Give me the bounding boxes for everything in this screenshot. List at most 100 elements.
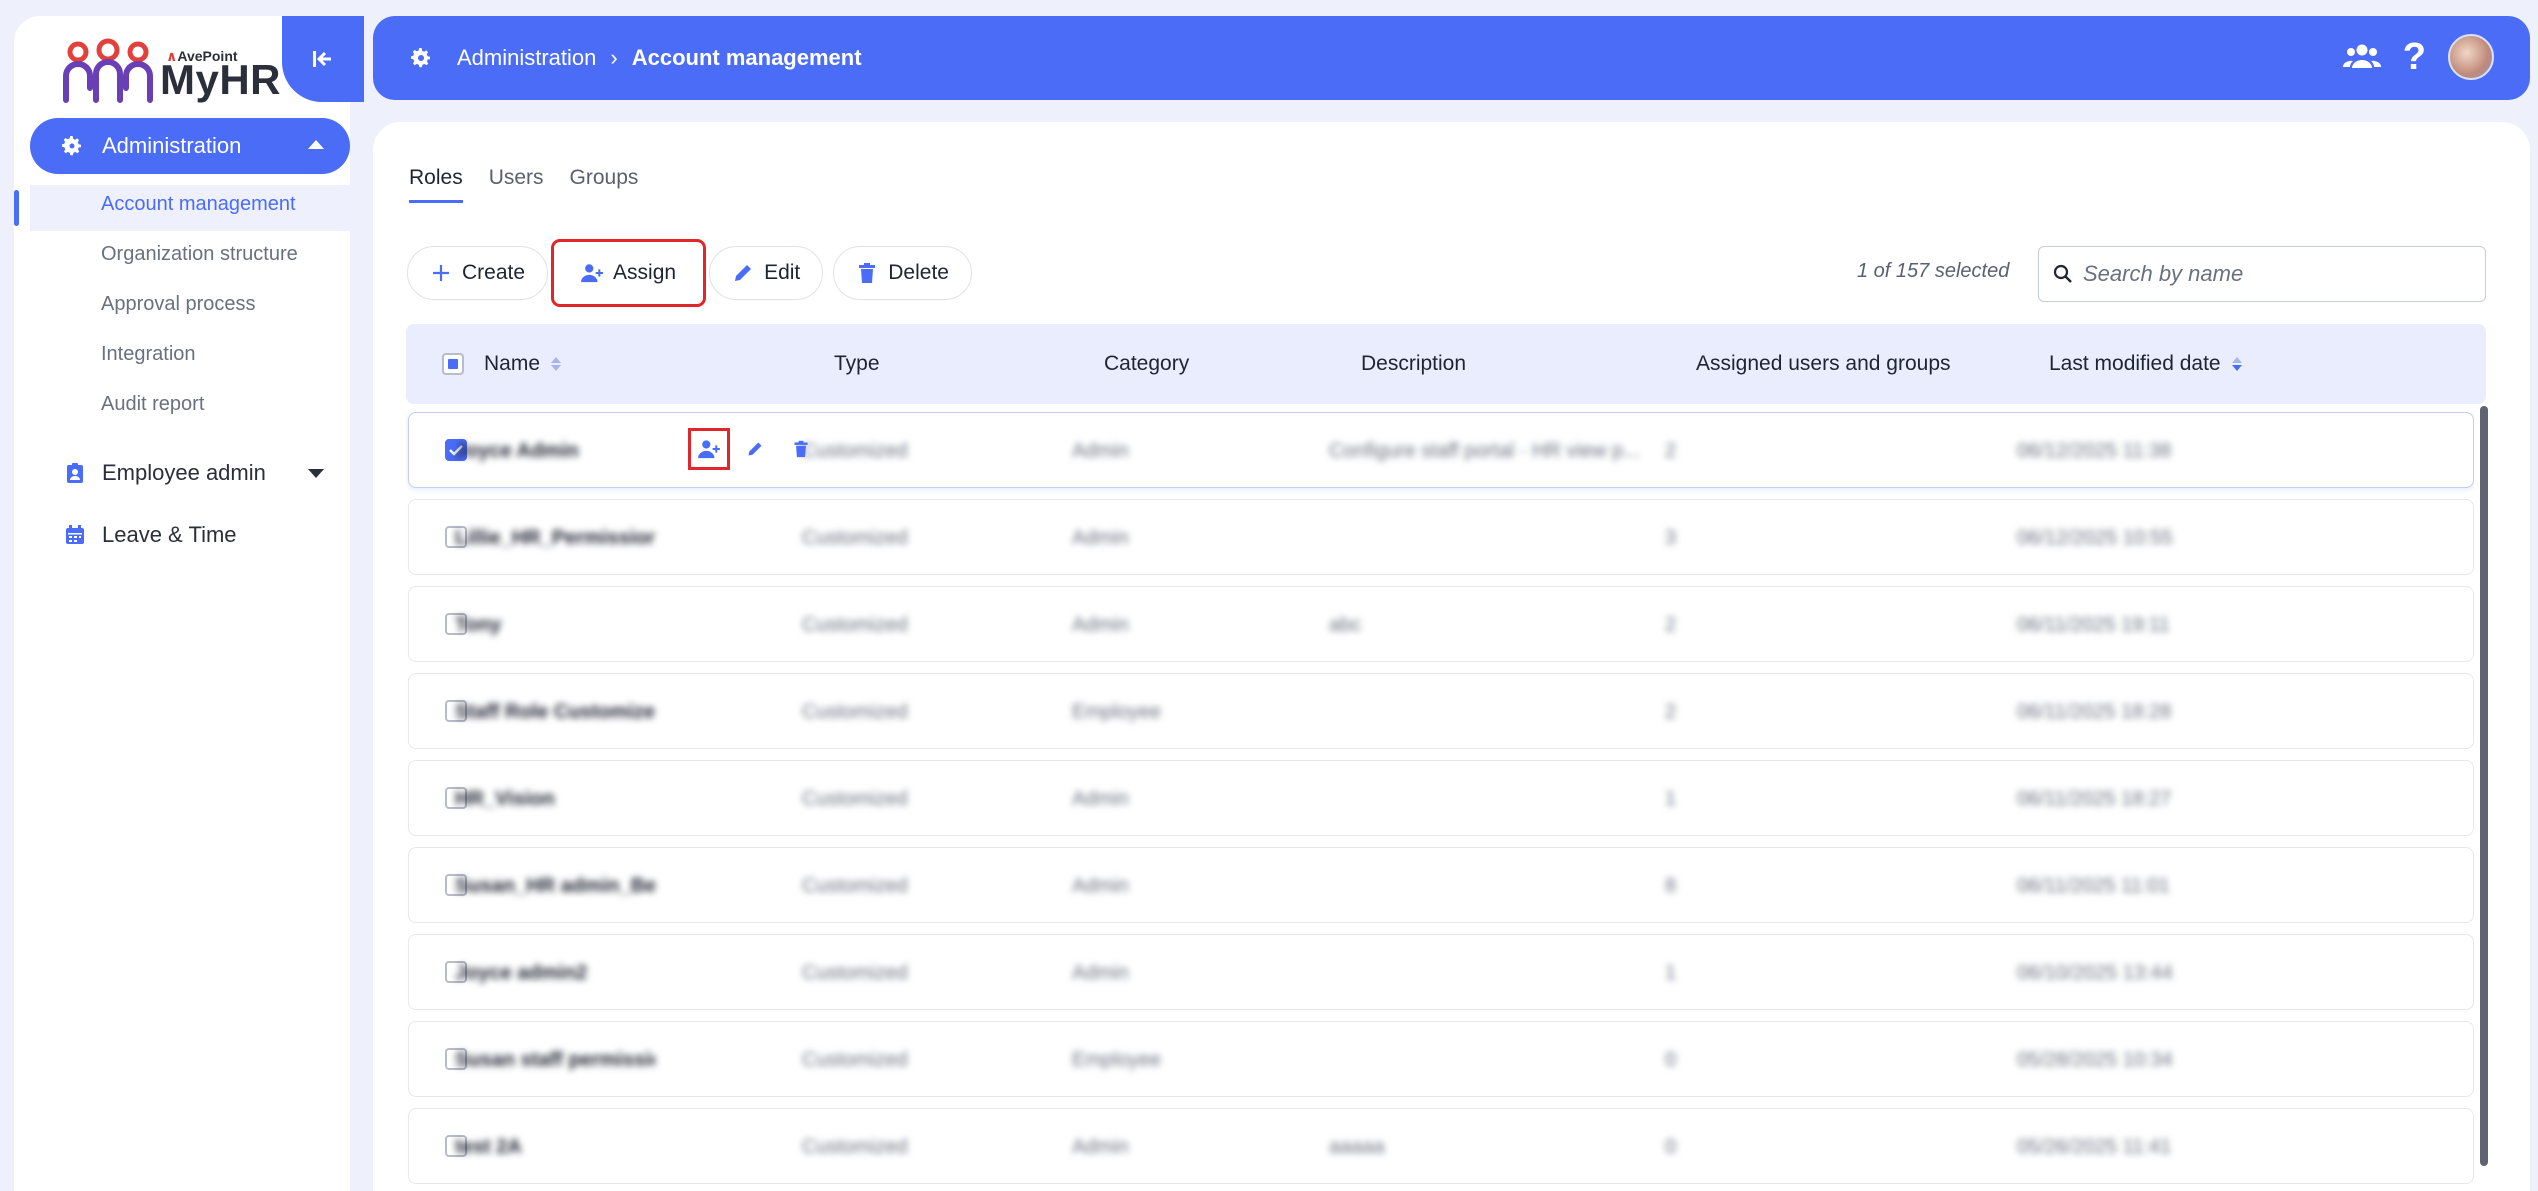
cell-type: Customized	[802, 874, 908, 897]
cell-assigned: 2	[1665, 439, 1677, 462]
calendar-icon	[66, 525, 84, 544]
cell-description: aaaaa	[1329, 1135, 1385, 1158]
row-delete-button[interactable]	[783, 431, 819, 467]
row-assign-button[interactable]	[688, 428, 730, 470]
cell-assigned: 3	[1665, 526, 1677, 549]
cell-type: Customized	[802, 961, 908, 984]
search-icon	[2053, 264, 2072, 283]
cell-name: HR_Vision	[455, 787, 555, 810]
table-row[interactable]: HR_Vision Customized Admin 1 06/11/2025 18:2…	[408, 760, 2474, 836]
pencil-icon	[735, 265, 752, 281]
active-indicator	[14, 190, 19, 226]
cell-name: Susan staff permission	[455, 1048, 655, 1071]
column-last-modified-label: Last modified date	[2049, 352, 2221, 375]
cell-name: Joyce Admin	[455, 439, 579, 462]
column-name-label: Name	[484, 352, 541, 375]
vertical-scrollbar[interactable]	[2480, 406, 2488, 1166]
myhr-logo[interactable]: ∧AvePoint MyHR	[62, 28, 292, 108]
sidebar: ∧AvePoint MyHR Administration Account ma…	[14, 16, 364, 1191]
table-row[interactable]: Susan_HR admin_Beijing Customized Admin 8 06…	[408, 847, 2474, 923]
toolbar: Create Assign Edit Delete	[407, 239, 972, 307]
gear-icon	[62, 136, 81, 156]
nav-employee-admin[interactable]: Employee admin	[30, 448, 350, 498]
table-row[interactable]: Tony Customized Admin abc 2 06/11/2025 19:11	[408, 586, 2474, 662]
selection-count: 1 of 157 selected	[1857, 260, 2010, 282]
table-row[interactable]: test 2A Customized Admin aaaaa 0 05/26/2025 1…	[408, 1108, 2474, 1184]
people-logo-icon	[63, 38, 153, 103]
search-box[interactable]	[2038, 246, 2486, 302]
nav-administration[interactable]: Administration	[30, 118, 350, 174]
avatar[interactable]	[2448, 34, 2494, 80]
sidebar-item-organization-structure[interactable]: Organization structure	[101, 243, 298, 266]
breadcrumb-administration[interactable]: Administration	[457, 45, 596, 71]
cell-category: Employee	[1072, 700, 1161, 723]
plus-icon	[433, 265, 449, 281]
cell-category: Admin	[1072, 613, 1129, 636]
cell-modified: 06/12/2025 10:55	[2017, 526, 2173, 549]
collapse-sidebar-button[interactable]	[282, 16, 364, 102]
trash-icon	[859, 263, 876, 283]
cell-assigned: 2	[1665, 700, 1677, 723]
create-button[interactable]: Create	[407, 246, 549, 300]
cell-modified: 05/28/2025 10:34	[2017, 1048, 2173, 1071]
cell-type: Customized	[802, 1048, 908, 1071]
cell-category: Admin	[1072, 874, 1129, 897]
assign-label: Assign	[613, 261, 677, 284]
cell-name: Joyce admin2	[455, 961, 588, 984]
table-row[interactable]: Joyce admin2 Customized Admin 1 06/10/2025 1…	[408, 934, 2474, 1010]
cell-name: Susan_HR admin_Beijing	[455, 874, 655, 897]
table-row[interactable]: Susan staff permission Customized Employee…	[408, 1021, 2474, 1097]
cell-name: Tony	[455, 613, 502, 636]
trash-icon	[794, 440, 808, 458]
chevron-up-icon	[308, 140, 324, 149]
column-assigned: Assigned users and groups	[1696, 352, 1951, 375]
nav-employee-admin-label: Employee admin	[102, 460, 266, 485]
edit-button[interactable]: Edit	[709, 246, 824, 300]
sidebar-item-account-management[interactable]: Account management	[101, 193, 296, 216]
sidebar-item-audit-report[interactable]: Audit report	[101, 393, 204, 416]
chevron-down-icon	[308, 469, 324, 478]
tab-users[interactable]: Users	[489, 166, 544, 203]
row-edit-button[interactable]	[737, 431, 773, 467]
tab-roles[interactable]: Roles	[409, 166, 463, 203]
collapse-left-icon	[313, 51, 331, 67]
tabs: Roles Users Groups	[409, 166, 638, 203]
table-row[interactable]: Joyce Admin Customized Admin Configure staf…	[408, 412, 2474, 488]
logo-name: MyHR	[160, 56, 282, 103]
table-row[interactable]: Staff Role Customized Customized Employee 2…	[408, 673, 2474, 749]
column-category: Category	[1104, 352, 1190, 375]
nav-leave-time[interactable]: Leave & Time	[30, 510, 350, 560]
cell-assigned: 0	[1665, 1048, 1677, 1071]
breadcrumb-current: Account management	[631, 45, 862, 70]
sidebar-item-integration[interactable]: Integration	[101, 343, 196, 366]
table-row[interactable]: Lillie_HR_Permission_VN Customized Admin 3 0…	[408, 499, 2474, 575]
cell-category: Admin	[1072, 526, 1129, 549]
cell-type: Customized	[802, 613, 908, 636]
help-icon[interactable]: ?	[2403, 36, 2426, 79]
cell-modified: 06/11/2025 18:28	[2017, 700, 2172, 723]
cell-modified: 06/11/2025 18:27	[2017, 787, 2172, 810]
column-type: Type	[834, 352, 880, 375]
cell-category: Admin	[1072, 439, 1129, 462]
cell-modified: 06/11/2025 19:11	[2017, 613, 2170, 636]
search-input[interactable]	[2083, 261, 2463, 287]
top-header: Administration › Account management ?	[373, 16, 2530, 100]
create-label: Create	[462, 261, 526, 284]
cell-assigned: 2	[1665, 613, 1677, 636]
users-group-icon[interactable]	[2342, 42, 2381, 72]
breadcrumb: Administration › Account management	[409, 16, 862, 100]
column-last-modified[interactable]: Last modified date	[2049, 324, 2243, 404]
column-name[interactable]: Name	[484, 324, 562, 404]
header-actions: ?	[2342, 34, 2494, 80]
tab-groups[interactable]: Groups	[570, 166, 639, 203]
row-actions	[688, 428, 819, 470]
assign-button[interactable]: Assign	[551, 239, 707, 307]
edit-label: Edit	[764, 261, 801, 284]
sidebar-item-approval-process[interactable]: Approval process	[101, 293, 256, 316]
cell-category: Admin	[1072, 961, 1129, 984]
cell-type: Customized	[802, 526, 908, 549]
delete-button[interactable]: Delete	[833, 246, 972, 300]
select-all-checkbox[interactable]	[442, 324, 464, 404]
sort-icon	[551, 357, 562, 371]
column-description: Description	[1361, 352, 1467, 375]
